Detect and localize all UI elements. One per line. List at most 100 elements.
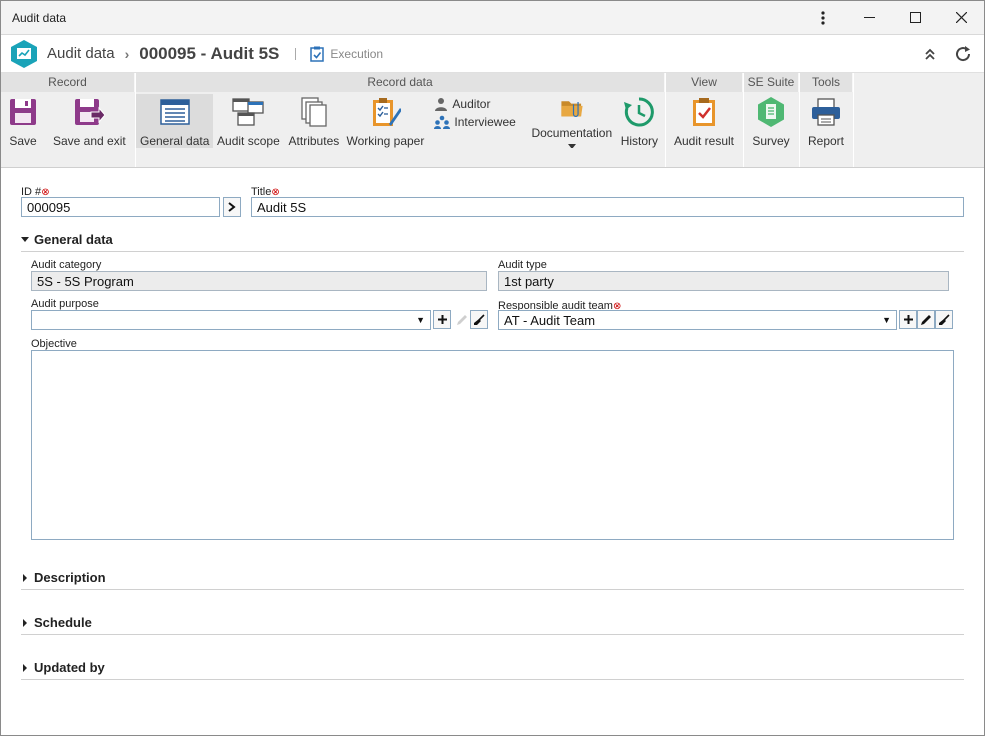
ribbon-group-record: Record Save Save and exit — [1, 73, 136, 167]
resp-team-select[interactable]: AT - Audit Team ▼ — [498, 310, 897, 330]
audit-result-label: Audit result — [673, 134, 735, 148]
clipboard-pencil-icon — [373, 98, 402, 126]
group-label: SE Suite — [744, 73, 799, 92]
status-label: Execution — [330, 46, 384, 61]
form-list-icon — [159, 99, 190, 125]
audit-data-window: Audit data Audit data › 000095 - Audit 5… — [0, 0, 985, 736]
general-data-button[interactable]: General data — [136, 94, 214, 148]
audit-app-logo-icon — [11, 39, 37, 68]
report-label: Report — [807, 134, 845, 148]
general-data-label: General data — [140, 134, 210, 148]
audit-category-label: Audit category — [31, 259, 102, 271]
resp-team-value: AT - Audit Team — [504, 312, 596, 328]
survey-label: Survey — [752, 134, 790, 148]
add-purpose-button[interactable] — [433, 310, 451, 329]
folder-clip-icon — [561, 101, 583, 118]
page-title: 000095 - Audit 5S — [139, 43, 280, 63]
window-title: Audit data — [12, 10, 67, 25]
clipboard-check-icon — [310, 46, 325, 62]
updated-by-section-toggle[interactable]: Updated by — [21, 656, 964, 680]
clear-purpose-button[interactable] — [470, 310, 488, 329]
objective-textarea[interactable] — [31, 350, 954, 540]
close-icon[interactable] — [938, 1, 984, 34]
scope-windows-icon — [232, 98, 265, 126]
working-paper-label: Working paper — [346, 134, 425, 148]
report-button[interactable]: Report — [800, 94, 852, 148]
title-field[interactable]: Audit 5S — [251, 197, 964, 217]
audit-scope-label: Audit scope — [217, 134, 280, 148]
save-and-exit-button[interactable]: Save and exit — [49, 94, 130, 148]
id-field[interactable]: 000095 — [21, 197, 220, 217]
maximize-icon[interactable] — [892, 1, 938, 34]
status-indicator: Execution — [310, 46, 383, 62]
breadcrumb-chevron-icon: › — [124, 45, 130, 62]
save-label: Save — [9, 134, 37, 148]
edit-purpose-button[interactable] — [453, 310, 471, 329]
audit-scope-button[interactable]: Audit scope — [213, 94, 283, 148]
history-clock-icon — [624, 97, 655, 127]
documentation-button[interactable]: Documentation — [530, 94, 614, 148]
history-label: History — [620, 134, 659, 148]
ribbon-toolbar: Record Save Save and exit Record data Ge… — [1, 72, 984, 168]
general-data-section-toggle[interactable]: General data — [21, 228, 964, 252]
description-section-toggle[interactable]: Description — [21, 566, 964, 590]
attributes-label: Attributes — [288, 134, 340, 148]
documentation-label: Documentation — [531, 126, 613, 141]
caret-right-icon — [23, 618, 27, 627]
audit-type-field: 1st party — [498, 271, 949, 291]
refresh-icon[interactable] — [954, 45, 972, 63]
survey-button[interactable]: Survey — [744, 94, 798, 148]
ribbon-filler — [854, 73, 984, 167]
plus-icon — [437, 315, 447, 324]
collapse-up-icon[interactable] — [924, 47, 936, 61]
group-label: Tools — [800, 73, 853, 92]
title-bar: Audit data — [1, 1, 984, 35]
audit-type-label: Audit type — [498, 259, 547, 271]
group-label: View — [666, 73, 743, 92]
ribbon-group-view: View Audit result — [666, 73, 744, 167]
save-icon — [10, 99, 36, 125]
caret-right-icon — [23, 573, 27, 582]
clear-team-button[interactable] — [935, 310, 953, 329]
dropdown-arrow-icon: ▼ — [882, 315, 891, 325]
save-button[interactable]: Save — [3, 94, 43, 148]
more-options-icon[interactable] — [800, 1, 846, 34]
pencil-icon — [457, 314, 467, 325]
title-label-wrap: Title⊗ — [251, 184, 280, 198]
printer-icon — [812, 98, 840, 126]
history-button[interactable]: History — [614, 94, 665, 148]
broom-icon — [939, 313, 950, 325]
user-icon — [435, 98, 448, 111]
breadcrumb-app[interactable]: Audit data — [47, 45, 115, 62]
audit-purpose-select[interactable]: ▼ — [31, 310, 431, 330]
chevron-right-icon — [228, 202, 236, 212]
ribbon-group-record-data: Record data General data Audit scope Att… — [136, 73, 666, 167]
edit-team-button[interactable] — [917, 310, 935, 329]
pencil-icon — [921, 314, 931, 325]
audit-result-button[interactable]: Audit result — [666, 94, 742, 148]
id-next-button[interactable] — [223, 197, 241, 217]
group-label: Record data — [136, 73, 665, 92]
minimize-icon[interactable] — [846, 1, 892, 34]
general-data-heading: General data — [34, 232, 113, 247]
objective-label: Objective — [31, 338, 77, 350]
interviewee-button[interactable]: Interviewee — [434, 115, 516, 129]
dropdown-caret-icon — [567, 144, 576, 148]
plus-icon — [903, 315, 913, 324]
audit-category-field: 5S - 5S Program — [31, 271, 487, 291]
add-team-button[interactable] — [899, 310, 917, 329]
id-label-wrap: ID #⊗ — [21, 184, 50, 198]
dropdown-arrow-icon: ▼ — [416, 315, 425, 325]
working-paper-button[interactable]: Working paper — [344, 94, 426, 148]
schedule-heading: Schedule — [34, 615, 92, 630]
documents-stack-icon — [301, 97, 327, 127]
auditor-button[interactable]: Auditor — [434, 97, 515, 111]
schedule-section-toggle[interactable]: Schedule — [21, 611, 964, 635]
header-bar: Audit data › 000095 - Audit 5S Execution — [1, 35, 984, 72]
group-label: Record — [1, 73, 135, 92]
save-and-exit-label: Save and exit — [53, 134, 126, 148]
ribbon-group-se-suite: SE Suite Survey — [744, 73, 800, 167]
audit-purpose-label: Audit purpose — [31, 298, 99, 310]
attributes-button[interactable]: Attributes — [283, 94, 344, 148]
divider — [295, 47, 297, 60]
